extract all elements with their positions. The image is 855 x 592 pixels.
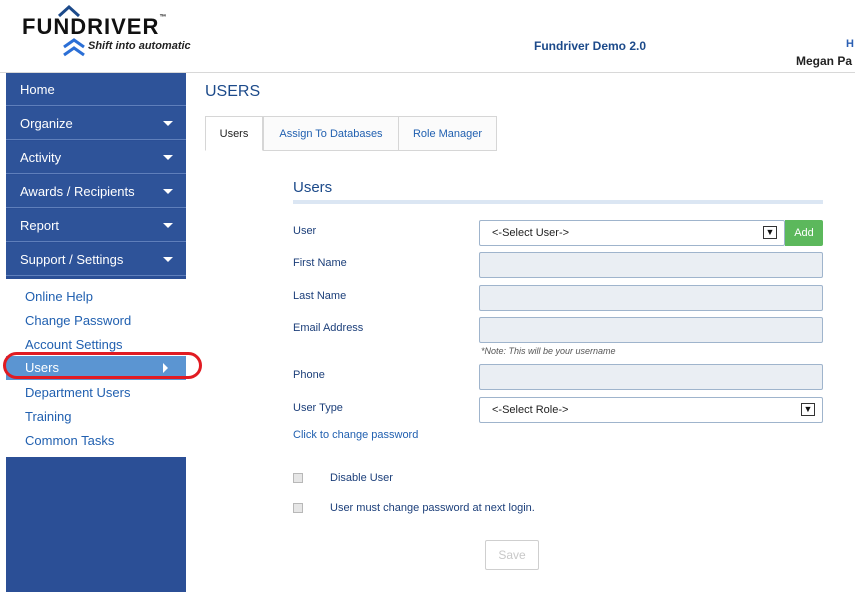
app-title: Fundriver Demo 2.0 (534, 39, 647, 53)
brand-tagline: Shift into automatic (88, 40, 191, 52)
user-type-label: User Type (293, 402, 343, 414)
email-note: *Note: This will be your username (481, 346, 616, 356)
must-change-password-checkbox[interactable] (293, 503, 303, 513)
caret-down-icon (163, 121, 173, 126)
caret-down-icon (163, 257, 173, 262)
submenu-online-help[interactable]: Online Help (25, 289, 93, 304)
email-label: Email Address (293, 322, 364, 334)
user-type-select[interactable]: <-Select Role-> ▼ (479, 397, 823, 423)
sidebar: Home Organize Activity Awards / Recipien… (6, 73, 186, 592)
sidebar-item-activity[interactable]: Activity (6, 141, 186, 174)
brand-name: FUNDRIVER™ (22, 14, 168, 39)
submenu-account-settings[interactable]: Account Settings (25, 337, 123, 352)
submenu-department-users[interactable]: Department Users (25, 385, 130, 400)
annotation-highlight (3, 352, 202, 379)
add-user-button[interactable]: Add (785, 220, 823, 246)
sidebar-item-report[interactable]: Report (6, 209, 186, 242)
tab-role-manager[interactable]: Role Manager (398, 116, 497, 151)
email-field[interactable] (479, 317, 823, 343)
user-label: User (293, 225, 317, 237)
last-name-field[interactable] (479, 285, 823, 311)
phone-label: Phone (293, 369, 325, 381)
submenu-change-password[interactable]: Change Password (25, 313, 131, 328)
caret-down-icon (163, 155, 173, 160)
disable-user-checkbox[interactable] (293, 473, 303, 483)
page-title: USERS (205, 83, 261, 100)
last-name-label: Last Name (293, 290, 347, 302)
save-button[interactable]: Save (485, 540, 539, 570)
sidebar-item-organize[interactable]: Organize (6, 107, 186, 140)
change-password-link[interactable]: Click to change password (293, 429, 418, 441)
current-user-name[interactable]: Megan Pa (796, 54, 852, 68)
user-select[interactable]: <-Select User-> ▼ (479, 220, 785, 246)
header-link[interactable]: H (846, 38, 854, 50)
fundriver-logo[interactable]: FUNDRIVER™ Shift into automatic (22, 4, 212, 64)
sidebar-item-support-settings[interactable]: Support / Settings (6, 243, 186, 276)
chevron-down-icon: ▼ (763, 226, 777, 239)
section-title: Users (293, 179, 333, 196)
chevron-down-icon: ▼ (801, 403, 815, 416)
submenu-common-tasks[interactable]: Common Tasks (25, 433, 114, 448)
caret-down-icon (163, 189, 173, 194)
first-name-field[interactable] (479, 252, 823, 278)
logo-double-chevron-icon (63, 38, 85, 57)
tab-assign-to-databases[interactable]: Assign To Databases (263, 116, 399, 151)
sidebar-item-home[interactable]: Home (6, 73, 186, 106)
first-name-label: First Name (293, 257, 347, 269)
tab-users[interactable]: Users (205, 116, 263, 151)
caret-down-icon (163, 223, 173, 228)
disable-user-label: Disable User (330, 472, 393, 484)
must-change-password-label: User must change password at next login. (330, 502, 535, 514)
submenu-training[interactable]: Training (25, 409, 71, 424)
phone-field[interactable] (479, 364, 823, 390)
top-header: FUNDRIVER™ Shift into automatic Fundrive… (0, 0, 855, 73)
sidebar-item-awards-recipients[interactable]: Awards / Recipients (6, 175, 186, 208)
section-divider (293, 200, 823, 204)
